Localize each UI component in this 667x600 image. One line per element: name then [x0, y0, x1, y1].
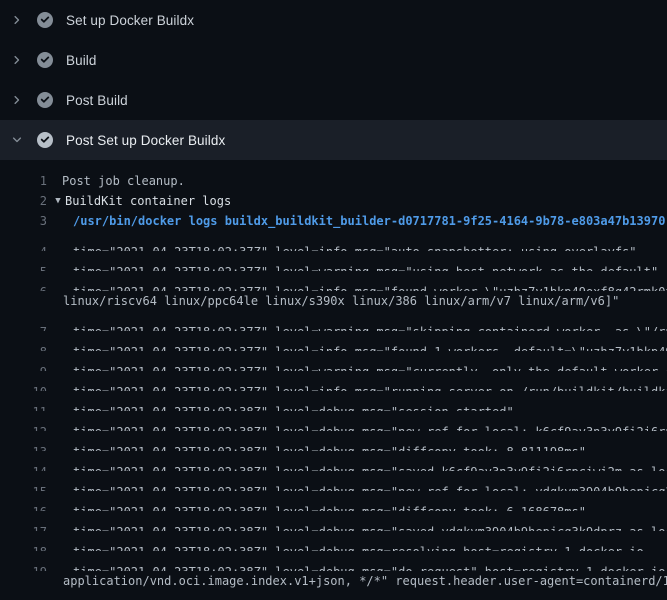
line-number[interactable]: [0, 291, 47, 311]
line-number[interactable]: [0, 571, 47, 591]
line-number[interactable]: 16: [0, 502, 47, 511]
log-line: 13 ▼ time="2021-04-23T18:02:38Z" level=d…: [0, 431, 667, 451]
line-number[interactable]: 18: [0, 542, 47, 551]
line-text: application/vnd.oci.image.index.v1+json,…: [47, 571, 667, 591]
line-number[interactable]: 19: [0, 562, 47, 571]
line-text: BuildKit container logs: [65, 191, 231, 211]
log-line: 7 ▼ time="2021-04-23T18:02:37Z" level=wa…: [0, 311, 667, 331]
line-text: time="2021-04-23T18:02:38Z" level=debug …: [47, 502, 586, 511]
step-label: Set up Docker Buildx: [66, 13, 194, 28]
line-number[interactable]: 10: [0, 382, 47, 391]
line-number[interactable]: 3: [0, 211, 47, 231]
line-number[interactable]: 11: [0, 402, 47, 411]
line-text: time="2021-04-23T18:02:38Z" level=debug …: [47, 482, 667, 491]
line-text: time="2021-04-23T18:02:37Z" level=info m…: [47, 342, 667, 351]
log-line: 19 ▼ time="2021-04-23T18:02:38Z" level=d…: [0, 551, 667, 571]
log-line: 17 ▼ time="2021-04-23T18:02:38Z" level=d…: [0, 511, 667, 531]
check-circle-icon: [37, 12, 53, 28]
chevron-right-icon: [11, 94, 23, 106]
line-text: time="2021-04-23T18:02:38Z" level=debug …: [47, 402, 514, 411]
line-text: time="2021-04-23T18:02:38Z" level=debug …: [47, 442, 586, 451]
log-line: 14 ▼ time="2021-04-23T18:02:38Z" level=d…: [0, 451, 667, 471]
log-line: 16 ▼ time="2021-04-23T18:02:38Z" level=d…: [0, 491, 667, 511]
log-line: 10 ▼ time="2021-04-23T18:02:37Z" level=i…: [0, 371, 667, 391]
line-number[interactable]: 13: [0, 442, 47, 451]
steps-list: Set up Docker Buildx Build Post Build Po…: [0, 0, 667, 160]
log-line: 20 ▼ time="2021-04-23T18:02:38Z" level=d…: [0, 591, 667, 600]
chevron-right-icon: [11, 14, 23, 26]
actions-log-page: { "colors": { "background": "#0b0f15", "…: [0, 0, 667, 600]
line-text: time="2021-04-23T18:02:38Z" level=debug …: [47, 522, 667, 531]
line-number[interactable]: 17: [0, 522, 47, 531]
step-row-set-up-docker-buildx[interactable]: Set up Docker Buildx: [0, 0, 667, 40]
line-number[interactable]: 2: [0, 191, 47, 211]
log-line: ▼ linux/riscv64 linux/ppc64le linux/s390…: [0, 291, 667, 311]
step-label: Post Set up Docker Buildx: [66, 133, 225, 148]
step-label: Build: [66, 53, 97, 68]
line-text: time="2021-04-23T18:02:38Z" level=debug …: [47, 542, 644, 551]
line-text: time="2021-04-23T18:02:37Z" level=info m…: [47, 242, 637, 251]
chevron-down-icon: [11, 134, 23, 146]
log-line: 11 ▼ time="2021-04-23T18:02:38Z" level=d…: [0, 391, 667, 411]
line-number[interactable]: 1: [0, 171, 47, 191]
line-text: time="2021-04-23T18:02:37Z" level=info m…: [47, 382, 667, 391]
log-line: 8 ▼ time="2021-04-23T18:02:37Z" level=in…: [0, 331, 667, 351]
step-label: Post Build: [66, 93, 128, 108]
line-number[interactable]: 15: [0, 482, 47, 491]
line-number[interactable]: 8: [0, 342, 47, 351]
line-text: time="2021-04-23T18:02:38Z" level=debug …: [47, 562, 667, 571]
check-circle-icon: [37, 52, 53, 68]
group-toggle-icon[interactable]: ▼: [47, 191, 65, 211]
chevron-right-icon: [11, 54, 23, 66]
line-number[interactable]: 6: [0, 282, 47, 291]
log-line: 12 ▼ time="2021-04-23T18:02:38Z" level=d…: [0, 411, 667, 431]
line-number[interactable]: 5: [0, 262, 47, 271]
log-line: ▼ application/vnd.oci.image.index.v1+jso…: [0, 571, 667, 591]
line-text: time="2021-04-23T18:02:38Z" level=debug …: [47, 422, 667, 431]
log-line: 9 ▼ time="2021-04-23T18:02:37Z" level=wa…: [0, 351, 667, 371]
log-viewer: 1 ▼ Post job cleanup. 2 ▼ BuildKit conta…: [0, 160, 667, 600]
line-text: time="2021-04-23T18:02:37Z" level=warnin…: [47, 362, 667, 371]
line-text: /usr/bin/docker logs buildx_buildkit_bui…: [47, 211, 665, 231]
log-line: 5 ▼ time="2021-04-23T18:02:37Z" level=wa…: [0, 251, 667, 271]
check-circle-icon: [37, 132, 53, 148]
line-text: linux/riscv64 linux/ppc64le linux/s390x …: [47, 291, 619, 311]
line-text: Post job cleanup.: [47, 171, 185, 191]
line-text: time="2021-04-23T18:02:37Z" level=warnin…: [47, 262, 658, 271]
log-line: 15 ▼ time="2021-04-23T18:02:38Z" level=d…: [0, 471, 667, 491]
line-number[interactable]: 7: [0, 322, 47, 331]
log-line: 4 ▼ time="2021-04-23T18:02:37Z" level=in…: [0, 231, 667, 251]
line-text: time="2021-04-23T18:02:37Z" level=info m…: [47, 282, 667, 291]
log-line: 3 ▼ /usr/bin/docker logs buildx_buildkit…: [0, 211, 667, 231]
line-text: time="2021-04-23T18:02:38Z" level=debug …: [47, 462, 667, 471]
log-line: 1 ▼ Post job cleanup.: [0, 171, 667, 191]
log-line: 18 ▼ time="2021-04-23T18:02:38Z" level=d…: [0, 531, 667, 551]
line-number[interactable]: 4: [0, 242, 47, 251]
log-line: 6 ▼ time="2021-04-23T18:02:37Z" level=in…: [0, 271, 667, 291]
check-circle-icon: [37, 92, 53, 108]
line-text: time="2021-04-23T18:02:37Z" level=warnin…: [47, 322, 667, 331]
step-row-build[interactable]: Build: [0, 40, 667, 80]
line-number[interactable]: 9: [0, 362, 47, 371]
step-row-post-set-up-docker-buildx[interactable]: Post Set up Docker Buildx: [0, 120, 667, 160]
line-number[interactable]: 14: [0, 462, 47, 471]
step-row-post-build[interactable]: Post Build: [0, 80, 667, 120]
log-line: 2 ▼ BuildKit container logs: [0, 191, 667, 211]
line-number[interactable]: 12: [0, 422, 47, 431]
